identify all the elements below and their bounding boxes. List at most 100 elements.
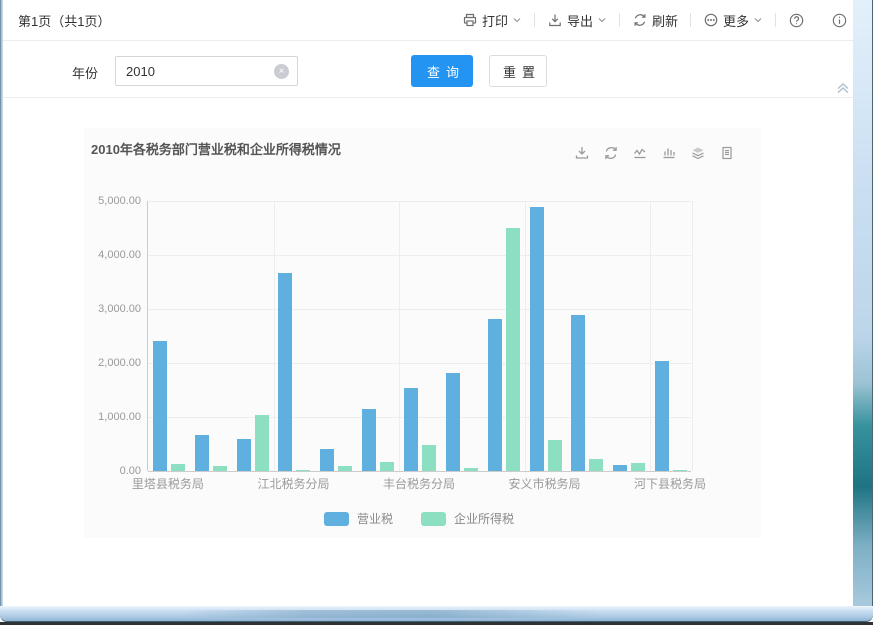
- info-icon: [831, 12, 848, 29]
- gridline: [148, 363, 691, 364]
- printer-icon: [462, 12, 478, 28]
- gridline-vertical: [650, 201, 651, 471]
- chart-legend: 营业税 企业所得税: [147, 510, 691, 527]
- print-label: 打印: [482, 11, 508, 30]
- help-button[interactable]: [786, 12, 807, 29]
- double-chevron-up-icon: [835, 80, 851, 96]
- bar-营业税-2[interactable]: [237, 439, 251, 471]
- content-area: 第1页（共1页） 打印 导出: [3, 0, 853, 606]
- chevron-down-icon: [753, 16, 763, 24]
- collapse-panel-button[interactable]: [835, 80, 853, 96]
- bar-企业所得税-7[interactable]: [464, 468, 478, 472]
- toolbar-separator: [619, 13, 620, 27]
- bar-营业税-12[interactable]: [655, 361, 669, 471]
- gridline: [148, 471, 691, 472]
- bar-企业所得税-10[interactable]: [589, 459, 603, 471]
- app-window: 第1页（共1页） 打印 导出: [0, 0, 873, 625]
- gridline-vertical: [274, 201, 275, 471]
- toolbar-separator: [775, 13, 776, 27]
- page-indicator: 第1页（共1页）: [18, 11, 110, 30]
- y-axis-tick-label: 2,000.00: [81, 357, 141, 369]
- query-button[interactable]: 查询: [411, 55, 473, 87]
- year-label: 年份: [72, 63, 98, 82]
- bar-营业税-6[interactable]: [404, 388, 418, 471]
- bar-企业所得税-0[interactable]: [171, 464, 185, 471]
- bar-营业税-11[interactable]: [613, 465, 627, 471]
- chart-title: 2010年各税务部门营业税和企业所得税情况: [91, 139, 341, 158]
- stack-icon[interactable]: [690, 145, 706, 161]
- x-axis-tick-label: 丰台税务分局: [383, 475, 455, 492]
- bar-企业所得税-9[interactable]: [548, 440, 562, 471]
- y-axis-tick-label: 5,000.00: [81, 195, 141, 207]
- clear-input-icon[interactable]: ×: [274, 64, 289, 79]
- toolbar-separator: [690, 13, 691, 27]
- legend-swatch-企业所得税[interactable]: [421, 512, 446, 526]
- line-view-icon[interactable]: [632, 145, 648, 161]
- info-button[interactable]: [829, 12, 850, 29]
- gridline: [148, 255, 691, 256]
- bar-营业税-0[interactable]: [153, 341, 167, 471]
- y-axis-tick-label: 4,000.00: [81, 249, 141, 261]
- bar-营业税-9[interactable]: [530, 207, 544, 471]
- bar-营业税-1[interactable]: [195, 435, 209, 471]
- export-button[interactable]: 导出: [545, 11, 609, 30]
- more-label: 更多: [723, 11, 749, 30]
- gridline: [148, 417, 691, 418]
- bar-企业所得税-6[interactable]: [422, 445, 436, 471]
- year-input-value: 2010: [116, 64, 274, 79]
- chevron-down-icon: [512, 16, 522, 24]
- x-axis-tick-label: 河下县税务局: [634, 475, 706, 492]
- bar-企业所得税-3[interactable]: [296, 470, 310, 471]
- export-download-icon: [547, 12, 563, 28]
- export-label: 导出: [567, 11, 593, 30]
- x-axis-tick-label: 里塔县税务局: [132, 475, 204, 492]
- more-ellipsis-icon: [703, 12, 719, 28]
- refresh-button[interactable]: 刷新: [630, 11, 680, 30]
- bar-营业税-5[interactable]: [362, 409, 376, 471]
- refresh-label: 刷新: [652, 11, 678, 30]
- y-axis-tick-label: 1,000.00: [81, 411, 141, 423]
- bar-营业税-10[interactable]: [571, 315, 585, 471]
- header-bar: 第1页（共1页） 打印 导出: [3, 0, 853, 41]
- bar-营业税-4[interactable]: [320, 449, 334, 471]
- save-image-icon[interactable]: [574, 145, 590, 161]
- chevron-down-icon: [597, 16, 607, 24]
- bar-企业所得税-5[interactable]: [380, 462, 394, 471]
- gridline-vertical: [399, 201, 400, 471]
- print-button[interactable]: 打印: [460, 11, 524, 30]
- gridline: [148, 309, 691, 310]
- x-axis-tick-label: 安义市税务局: [509, 475, 581, 492]
- y-axis-tick-label: 3,000.00: [81, 303, 141, 315]
- bar-营业税-3[interactable]: [278, 273, 292, 471]
- more-button[interactable]: 更多: [701, 11, 765, 30]
- legend-label[interactable]: 企业所得税: [454, 510, 514, 527]
- bar-企业所得税-2[interactable]: [255, 415, 269, 471]
- bar-营业税-8[interactable]: [488, 319, 502, 471]
- refresh-icon: [632, 12, 648, 28]
- bar-企业所得税-1[interactable]: [213, 466, 227, 471]
- x-axis-tick-label: 江北税务分局: [257, 475, 329, 492]
- reset-button[interactable]: 重置: [489, 55, 547, 87]
- legend-swatch-营业税[interactable]: [324, 512, 349, 526]
- bar-企业所得税-8[interactable]: [506, 228, 520, 471]
- filter-panel: 年份 2010 × 查询 重置: [3, 42, 853, 98]
- window-border-left: [0, 0, 3, 608]
- plot-right-border: [692, 201, 693, 471]
- restore-icon[interactable]: [603, 145, 619, 161]
- window-border-bottom[interactable]: [0, 606, 873, 622]
- year-input[interactable]: 2010 ×: [115, 56, 298, 86]
- bar-企业所得税-11[interactable]: [631, 463, 645, 471]
- bar-营业税-7[interactable]: [446, 373, 460, 471]
- legend-label[interactable]: 营业税: [357, 510, 393, 527]
- bar-view-icon[interactable]: [661, 145, 677, 161]
- bar-企业所得税-12[interactable]: [673, 470, 687, 471]
- header-toolbar: 打印 导出 刷新: [460, 0, 850, 40]
- chart-card: 2010年各税务部门营业税和企业所得税情况: [84, 128, 761, 538]
- data-view-icon[interactable]: [719, 145, 735, 161]
- bar-企业所得税-4[interactable]: [338, 466, 352, 471]
- gridline-vertical: [525, 201, 526, 471]
- help-icon: [788, 12, 805, 29]
- chart-plot-area: [147, 201, 691, 471]
- gridline: [148, 201, 691, 202]
- window-border-right: [853, 0, 873, 608]
